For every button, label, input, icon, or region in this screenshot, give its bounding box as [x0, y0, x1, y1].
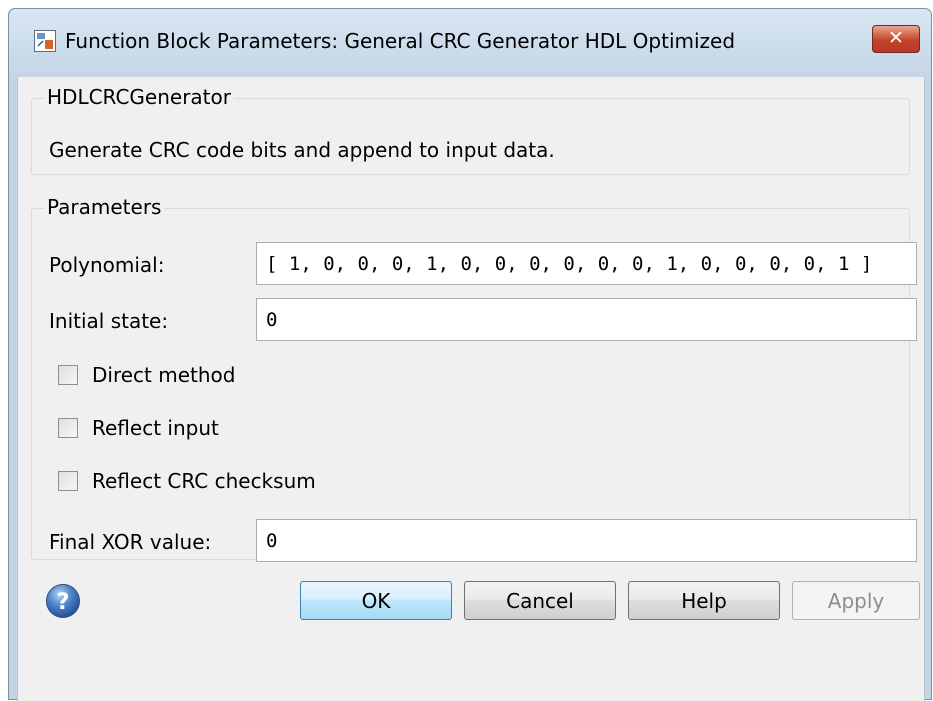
final-xor-input[interactable]: [256, 519, 917, 562]
simulink-block-icon: [34, 30, 56, 52]
polynomial-label: Polynomial:: [49, 253, 165, 277]
final-xor-label: Final XOR value:: [49, 530, 212, 554]
parameters-legend: Parameters: [44, 195, 165, 219]
svg-text:?: ?: [57, 590, 70, 615]
direct-method-checkbox[interactable]: Direct method: [58, 362, 235, 388]
help-button[interactable]: Help: [628, 581, 780, 620]
initial-state-input[interactable]: [256, 298, 917, 341]
initial-state-label: Initial state:: [49, 309, 169, 333]
reflect-input-checkbox[interactable]: Reflect input: [58, 415, 219, 441]
close-icon: ✕: [888, 27, 904, 49]
polynomial-input[interactable]: [256, 242, 917, 285]
block-description-group: [31, 98, 910, 175]
cancel-button[interactable]: Cancel: [464, 581, 616, 620]
block-description: Generate CRC code bits and append to inp…: [49, 138, 555, 162]
block-name: HDLCRCGenerator: [44, 85, 234, 109]
help-icon[interactable]: ?: [45, 583, 81, 619]
direct-method-label: Direct method: [92, 363, 236, 387]
reflect-crc-checkbox-box[interactable]: [58, 471, 78, 491]
direct-method-checkbox-box[interactable]: [58, 365, 78, 385]
reflect-crc-checkbox[interactable]: Reflect CRC checksum: [58, 468, 316, 494]
dialog-client-area: HDLCRCGenerator Generate CRC code bits a…: [17, 77, 925, 701]
close-button[interactable]: ✕: [872, 25, 920, 53]
reflect-input-checkbox-box[interactable]: [58, 418, 78, 438]
reflect-crc-label: Reflect CRC checksum: [92, 469, 316, 493]
ok-button[interactable]: OK: [300, 581, 452, 620]
dialog-window: Function Block Parameters: General CRC G…: [8, 8, 932, 701]
reflect-input-label: Reflect input: [92, 416, 219, 440]
window-title: Function Block Parameters: General CRC G…: [65, 29, 736, 53]
apply-button[interactable]: Apply: [792, 581, 920, 620]
title-bar[interactable]: Function Block Parameters: General CRC G…: [9, 9, 931, 77]
